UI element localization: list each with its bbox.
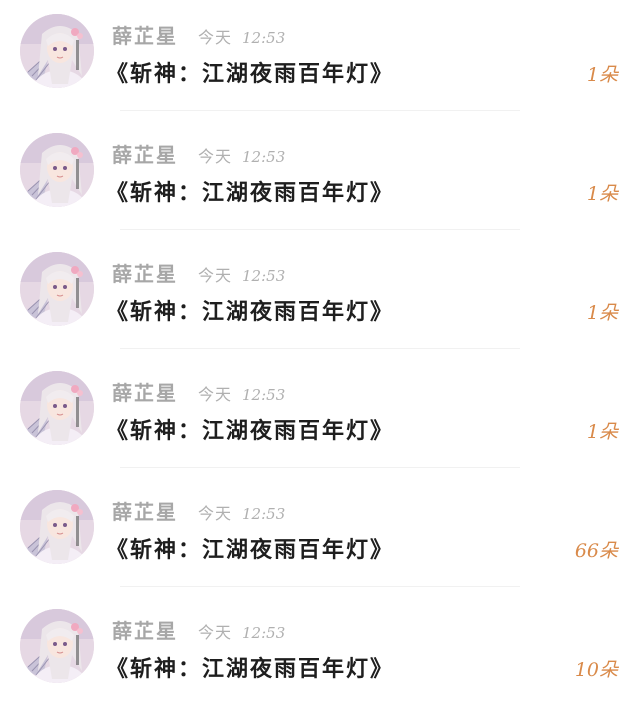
list-item[interactable]: 薛芷星 今天 12:53 《斩神：江湖夜雨百年灯》 1朵 (0, 357, 640, 476)
row-divider (120, 348, 520, 349)
message-date: 今天 (198, 504, 233, 523)
gift-record-list: 薛芷星 今天 12:53 《斩神：江湖夜雨百年灯》 1朵 薛芷星 今天 12:5… (0, 0, 640, 700)
anime-girl-avatar-icon[interactable] (20, 14, 94, 88)
message-meta: 薛芷星 今天 12:53 (112, 496, 285, 524)
message-time: 12:53 (242, 267, 286, 285)
anime-girl-avatar-icon[interactable] (20, 371, 94, 445)
flower-count: 10朵 (574, 659, 618, 681)
message-text: 《斩神：江湖夜雨百年灯》 (106, 418, 395, 444)
message-date: 今天 (198, 623, 233, 642)
flower-count: 1朵 (586, 64, 618, 86)
sender-name[interactable]: 薛芷星 (112, 258, 178, 287)
message-time: 12:53 (242, 386, 286, 404)
message-time: 12:53 (242, 624, 286, 642)
sender-name[interactable]: 薛芷星 (112, 615, 178, 644)
sender-name[interactable]: 薛芷星 (112, 377, 178, 406)
flower-count: 66朵 (574, 540, 618, 562)
message-time: 12:53 (242, 29, 286, 47)
message-date: 今天 (198, 385, 233, 404)
row-divider (120, 229, 520, 230)
message-meta: 薛芷星 今天 12:53 (112, 258, 285, 286)
list-item[interactable]: 薛芷星 今天 12:53 《斩神：江湖夜雨百年灯》 66朵 (0, 476, 640, 595)
row-divider (120, 110, 520, 111)
list-item[interactable]: 薛芷星 今天 12:53 《斩神：江湖夜雨百年灯》 1朵 (0, 119, 640, 238)
list-item[interactable]: 薛芷星 今天 12:53 《斩神：江湖夜雨百年灯》 10朵 (0, 595, 640, 714)
message-time: 12:53 (242, 148, 286, 166)
anime-girl-avatar-icon[interactable] (20, 609, 94, 683)
flower-count: 1朵 (586, 183, 618, 205)
anime-girl-avatar-icon[interactable] (20, 133, 94, 207)
message-text: 《斩神：江湖夜雨百年灯》 (106, 656, 395, 682)
list-item[interactable]: 薛芷星 今天 12:53 《斩神：江湖夜雨百年灯》 1朵 (0, 238, 640, 357)
message-meta: 薛芷星 今天 12:53 (112, 139, 285, 167)
message-text: 《斩神：江湖夜雨百年灯》 (106, 61, 395, 87)
anime-girl-avatar-icon[interactable] (20, 252, 94, 326)
sender-name[interactable]: 薛芷星 (112, 20, 178, 49)
message-date: 今天 (198, 28, 233, 47)
flower-count: 1朵 (586, 302, 618, 324)
row-divider (120, 467, 520, 468)
flower-count: 1朵 (586, 421, 618, 443)
message-meta: 薛芷星 今天 12:53 (112, 615, 285, 643)
message-meta: 薛芷星 今天 12:53 (112, 20, 285, 48)
row-divider (120, 586, 520, 587)
message-text: 《斩神：江湖夜雨百年灯》 (106, 180, 395, 206)
list-item[interactable]: 薛芷星 今天 12:53 《斩神：江湖夜雨百年灯》 1朵 (0, 0, 640, 119)
message-meta: 薛芷星 今天 12:53 (112, 377, 285, 405)
message-time: 12:53 (242, 505, 286, 523)
anime-girl-avatar-icon[interactable] (20, 490, 94, 564)
sender-name[interactable]: 薛芷星 (112, 139, 178, 168)
message-date: 今天 (198, 147, 233, 166)
message-text: 《斩神：江湖夜雨百年灯》 (106, 537, 395, 563)
message-text: 《斩神：江湖夜雨百年灯》 (106, 299, 395, 325)
message-date: 今天 (198, 266, 233, 285)
sender-name[interactable]: 薛芷星 (112, 496, 178, 525)
